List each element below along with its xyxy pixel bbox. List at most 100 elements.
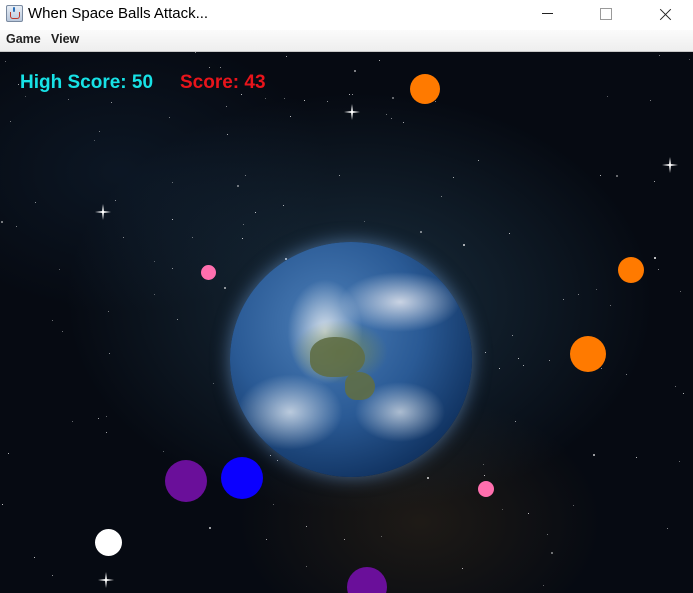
background-star bbox=[108, 311, 109, 312]
background-star bbox=[462, 568, 463, 569]
background-star bbox=[192, 237, 193, 238]
background-star bbox=[549, 360, 550, 361]
background-star bbox=[658, 269, 659, 270]
background-star bbox=[273, 504, 274, 505]
background-star bbox=[636, 457, 637, 458]
background-star bbox=[270, 455, 271, 456]
background-star bbox=[255, 212, 256, 213]
background-star bbox=[290, 116, 291, 117]
background-star bbox=[391, 118, 392, 119]
background-star bbox=[52, 575, 53, 576]
space-ball[interactable] bbox=[347, 567, 387, 593]
background-star bbox=[502, 509, 503, 510]
space-ball[interactable] bbox=[95, 529, 122, 556]
background-star bbox=[607, 96, 608, 97]
minimize-icon bbox=[542, 13, 553, 14]
background-star bbox=[344, 539, 345, 540]
minimize-button[interactable] bbox=[526, 0, 572, 30]
background-star bbox=[435, 101, 436, 102]
background-star bbox=[209, 527, 211, 529]
background-star bbox=[654, 257, 656, 259]
background-star bbox=[483, 464, 484, 465]
background-star bbox=[10, 121, 11, 122]
menu-bar: Game View bbox=[0, 30, 693, 52]
background-star bbox=[543, 585, 544, 586]
background-star bbox=[209, 67, 210, 68]
background-star bbox=[551, 552, 553, 554]
background-star bbox=[226, 106, 227, 107]
background-star bbox=[600, 175, 601, 176]
background-star bbox=[441, 196, 442, 197]
space-ball[interactable] bbox=[165, 460, 207, 502]
sparkle-star bbox=[662, 157, 678, 173]
space-ball[interactable] bbox=[221, 457, 263, 499]
background-star bbox=[245, 175, 246, 176]
background-star bbox=[111, 102, 112, 103]
background-star bbox=[679, 461, 680, 462]
background-star bbox=[172, 182, 173, 183]
background-star bbox=[1, 221, 3, 223]
background-star bbox=[528, 513, 529, 514]
background-star bbox=[62, 331, 63, 332]
background-star bbox=[68, 99, 69, 100]
background-star bbox=[304, 100, 305, 101]
maximize-button[interactable] bbox=[584, 0, 630, 30]
background-star bbox=[154, 294, 155, 295]
earth-planet bbox=[230, 242, 472, 477]
background-star bbox=[213, 383, 214, 384]
background-star bbox=[364, 221, 365, 222]
space-ball[interactable] bbox=[618, 257, 644, 283]
sparkle-star bbox=[95, 204, 111, 220]
close-button[interactable] bbox=[642, 0, 688, 30]
background-star bbox=[284, 98, 285, 99]
background-star bbox=[220, 67, 221, 68]
background-star bbox=[349, 94, 350, 95]
background-star bbox=[523, 365, 524, 366]
background-star bbox=[616, 175, 618, 177]
background-star bbox=[172, 268, 173, 269]
sparkle-star bbox=[344, 104, 360, 120]
space-ball[interactable] bbox=[201, 265, 216, 280]
background-star bbox=[241, 94, 242, 95]
space-ball[interactable] bbox=[478, 481, 494, 497]
background-star bbox=[242, 238, 243, 239]
background-star bbox=[518, 358, 519, 359]
space-ball[interactable] bbox=[410, 74, 440, 104]
menu-game[interactable]: Game bbox=[6, 32, 41, 46]
background-star bbox=[163, 451, 164, 452]
background-star bbox=[35, 202, 36, 203]
background-star bbox=[5, 61, 6, 62]
background-star bbox=[499, 368, 500, 369]
background-star bbox=[578, 294, 579, 295]
background-star bbox=[306, 526, 307, 527]
high-score-label: High Score: 50 bbox=[20, 72, 154, 93]
menu-view[interactable]: View bbox=[51, 32, 79, 46]
space-ball[interactable] bbox=[570, 336, 606, 372]
background-star bbox=[265, 98, 266, 99]
background-star bbox=[169, 117, 170, 118]
background-star bbox=[352, 94, 353, 95]
background-star bbox=[34, 557, 35, 558]
background-star bbox=[227, 134, 228, 135]
background-star bbox=[683, 393, 684, 394]
background-star bbox=[478, 160, 479, 161]
background-star bbox=[381, 536, 382, 537]
background-star bbox=[463, 244, 465, 246]
background-star bbox=[403, 122, 404, 123]
background-star bbox=[484, 475, 485, 476]
background-star bbox=[675, 386, 676, 387]
background-star bbox=[266, 539, 267, 540]
background-star bbox=[243, 224, 244, 225]
background-star bbox=[654, 181, 655, 182]
background-star bbox=[453, 177, 454, 178]
background-star bbox=[237, 185, 239, 187]
background-star bbox=[283, 205, 284, 206]
background-star bbox=[99, 131, 100, 132]
game-canvas[interactable]: High Score: 50 Score: 43 bbox=[0, 52, 693, 593]
background-star bbox=[354, 70, 356, 72]
background-star bbox=[115, 200, 116, 201]
background-star bbox=[626, 374, 627, 375]
background-star bbox=[547, 534, 548, 535]
background-star bbox=[195, 52, 196, 53]
background-star bbox=[485, 352, 486, 353]
